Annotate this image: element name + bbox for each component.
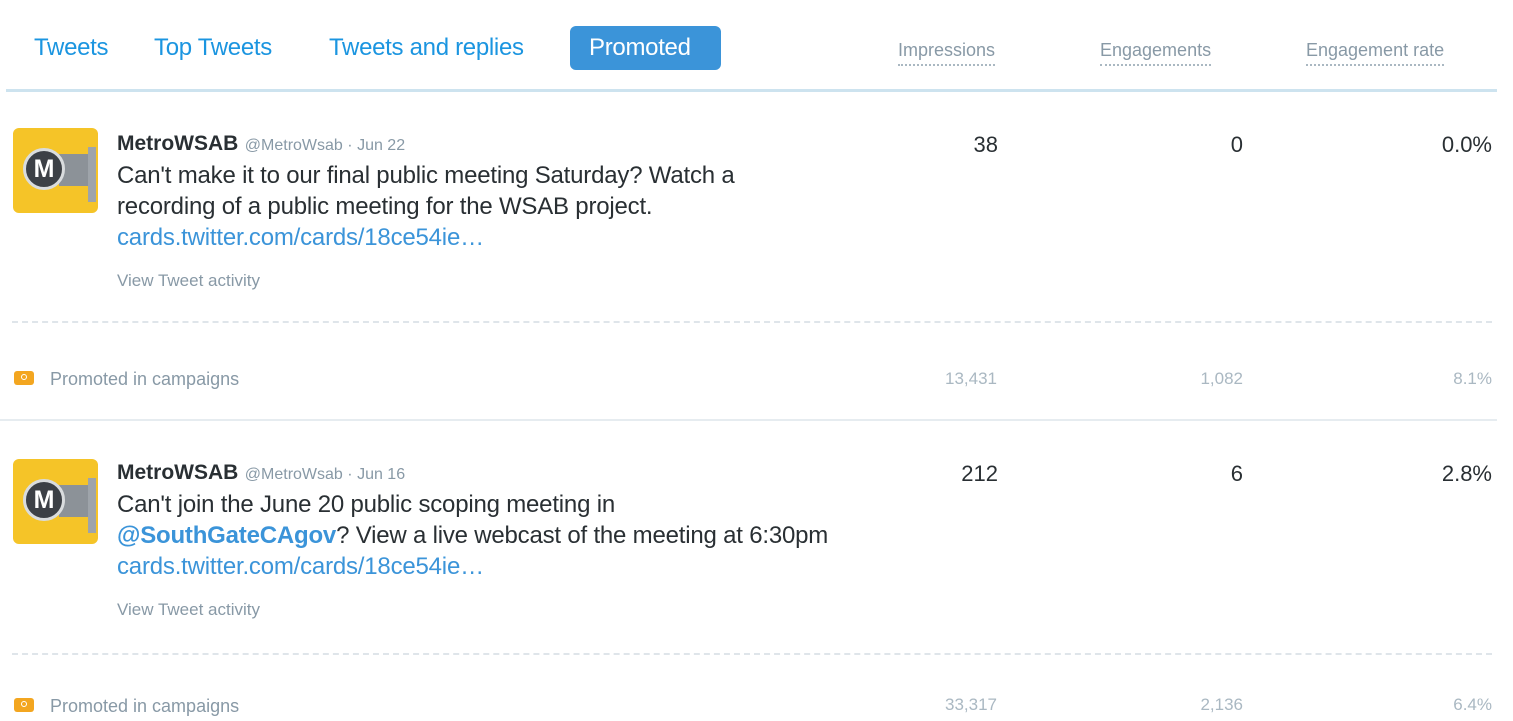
meta-separator: · xyxy=(347,466,353,483)
promoted-icon xyxy=(14,698,34,712)
engagements-value: 6 xyxy=(1230,461,1243,486)
view-tweet-activity-link[interactable]: View Tweet activity xyxy=(117,600,260,620)
promoted-engagement-rate-value: 6.4% xyxy=(1453,695,1492,714)
engagements-column-header[interactable]: Engagements xyxy=(1100,40,1212,66)
tab-promoted[interactable]: Promoted xyxy=(570,26,721,70)
tab-tweets-and-replies[interactable]: Tweets and replies xyxy=(329,26,524,70)
tab-top-tweets[interactable]: Top Tweets xyxy=(154,26,272,70)
metro-sign-post xyxy=(88,147,96,202)
promoted-engagement-rate-value: 8.1% xyxy=(1453,369,1492,388)
tweet-text: Can't join the June 20 public scoping me… xyxy=(117,489,837,582)
row-divider xyxy=(12,321,1492,323)
impressions-value: 38 xyxy=(973,132,998,157)
promoted-in-campaigns-label: Promoted in campaigns xyxy=(50,369,240,389)
tweet-text: Can't make it to our final public meetin… xyxy=(117,160,837,253)
promoted-impressions-value: 13,431 xyxy=(945,369,997,388)
tweet-mention[interactable]: @SouthGateCAgov xyxy=(117,522,336,549)
analytics-header: Tweets Top Tweets Tweets and replies Pro… xyxy=(0,0,1513,92)
metro-sign-post xyxy=(88,478,96,533)
tweet-text-body: Can't make it to our final public meetin… xyxy=(117,162,735,220)
avatar[interactable]: M xyxy=(13,128,98,213)
promoted-engagements-value: 2,136 xyxy=(1200,695,1243,714)
impressions-column-header[interactable]: Impressions xyxy=(898,40,996,66)
promoted-engagements-value: 1,082 xyxy=(1200,369,1243,388)
promoted-in-campaigns-label: Promoted in campaigns xyxy=(50,696,240,716)
engagement-rate-column-header[interactable]: Engagement rate xyxy=(1306,40,1445,66)
author-handle[interactable]: @MetroWsab xyxy=(245,466,343,483)
tab-tweets[interactable]: Tweets xyxy=(34,26,109,70)
promoted-impressions-value: 33,317 xyxy=(945,695,997,714)
tweet-link[interactable]: cards.twitter.com/cards/18ce54ie… xyxy=(117,553,484,580)
tweet-separator xyxy=(0,419,1497,421)
tweet-link[interactable]: cards.twitter.com/cards/18ce54ie… xyxy=(117,224,484,251)
metro-logo-icon: M xyxy=(23,148,65,190)
impressions-value: 212 xyxy=(961,461,998,486)
author-name[interactable]: MetroWSAB xyxy=(117,461,238,484)
author-name[interactable]: MetroWSAB xyxy=(117,132,238,155)
avatar[interactable]: M xyxy=(13,459,98,544)
engagements-value: 0 xyxy=(1230,132,1243,157)
tweet-date[interactable]: Jun 22 xyxy=(357,137,405,154)
metro-logo-icon: M xyxy=(23,479,65,521)
promoted-icon xyxy=(14,371,34,385)
header-divider xyxy=(6,89,1497,92)
tweet-text-body: Can't join the June 20 public scoping me… xyxy=(117,491,615,518)
author-handle[interactable]: @MetroWsab xyxy=(245,137,343,154)
tweet-meta: MetroWSAB @MetroWsab · Jun 16 xyxy=(117,461,405,485)
view-tweet-activity-link[interactable]: View Tweet activity xyxy=(117,271,260,291)
meta-separator: · xyxy=(347,137,353,154)
row-divider xyxy=(12,653,1492,655)
tweet-text-continued: ? View a live webcast of the meeting at … xyxy=(336,522,829,549)
tweet-date[interactable]: Jun 16 xyxy=(357,466,405,483)
engagement-rate-value: 2.8% xyxy=(1441,461,1492,486)
tweet-meta: MetroWSAB @MetroWsab · Jun 22 xyxy=(117,132,405,156)
engagement-rate-value: 0.0% xyxy=(1441,132,1492,157)
